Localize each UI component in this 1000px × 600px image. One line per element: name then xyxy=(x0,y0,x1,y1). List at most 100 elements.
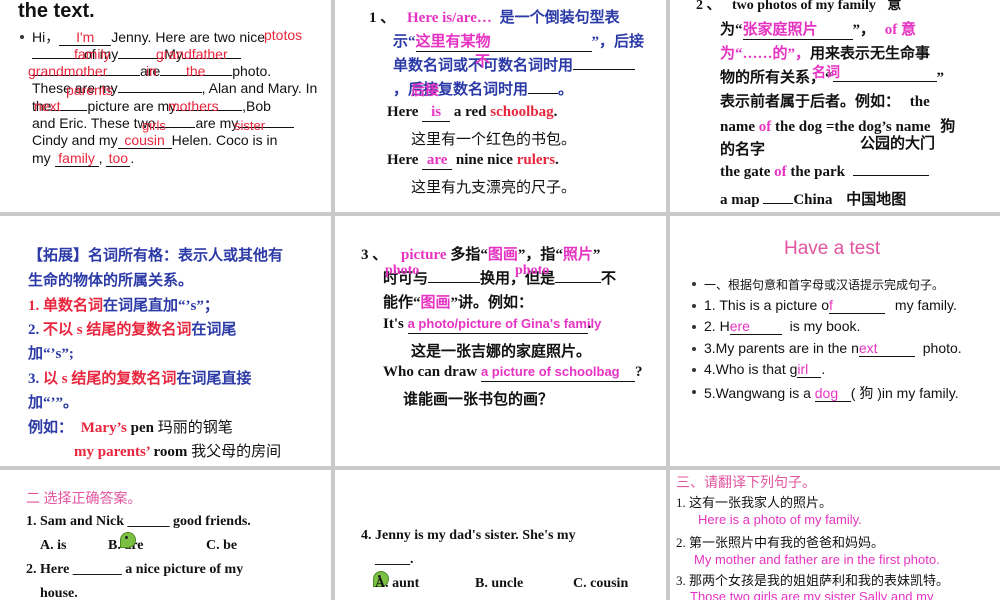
text: Cindy and my xyxy=(32,132,118,148)
text: China xyxy=(793,192,833,208)
answer: in xyxy=(146,63,157,79)
rule-line-3: 为“……的”，用来表示无生命事 xyxy=(720,42,930,63)
example-2: Who can draw a picture of schoolbag? xyxy=(383,364,642,382)
answer: are xyxy=(426,152,448,168)
text: 3. xyxy=(28,371,40,387)
bullet-icon xyxy=(692,304,696,308)
answer: family xyxy=(74,46,111,62)
item-number: 2 、 xyxy=(696,0,721,13)
bullet-icon xyxy=(692,282,696,286)
text: . xyxy=(587,316,592,332)
option-a[interactable]: A. aunt xyxy=(375,576,419,592)
rule-line-5: 表示前者属于后者。例如： the xyxy=(720,90,930,111)
example-1: Here is a red schoolbag. xyxy=(387,104,557,122)
answer: sister xyxy=(234,118,266,133)
text: 。 xyxy=(558,82,574,98)
highlight: 为“……的”， xyxy=(720,46,811,62)
bullet-icon xyxy=(692,325,696,329)
bullet-icon xyxy=(692,347,696,351)
text: ,Bob xyxy=(242,98,271,114)
section-title: 三、请翻译下列句子。 xyxy=(676,474,816,490)
answer: family xyxy=(58,150,95,166)
example-1-translation: 这里有一个红色的书包。 xyxy=(411,132,577,148)
question-1: 1. This is a picture of my family. xyxy=(704,297,957,314)
text: 狗 xyxy=(940,119,956,135)
text: ” xyxy=(936,70,945,86)
text: Here xyxy=(387,104,419,120)
text: Here xyxy=(387,152,419,168)
slide-6-have-a-test[interactable]: Have a test 一、根据句意和首字母或汉语提示完成句子。 1. This… xyxy=(670,216,1000,466)
text: nine nice xyxy=(455,152,513,168)
text: 为“ xyxy=(720,22,743,38)
line-7: Cindy and my cousin Helen. Coco is in xyxy=(32,132,277,149)
highlight: of 意 xyxy=(884,22,917,38)
answer: a photo/picture of Gina's family xyxy=(407,316,602,331)
question-3: 3.My parents are in the next photo. xyxy=(704,340,962,357)
slide-5-picture-photo[interactable]: 3 、 picture 多指“图画”，指“照片” 时可与 换用，但是不 photo… xyxy=(335,216,666,466)
heading: 【拓展】名词所有格：表示人或其他有 xyxy=(28,248,284,264)
text: 多指“ xyxy=(450,247,488,263)
highlight: schoolbag xyxy=(490,104,554,120)
rule-3: 3. 以 s 结尾的复数名词在词尾直接 xyxy=(28,367,251,388)
slide-3-of-possessive[interactable]: 2 、 two photos of my family 意 为“张家庭照片 ”， … xyxy=(670,0,1000,212)
text: is my book. xyxy=(789,318,861,334)
answer: photo xyxy=(385,263,420,278)
text: ” xyxy=(592,247,601,263)
text: the park xyxy=(790,164,845,180)
answer-1: Here is a photo of my family. xyxy=(698,512,862,527)
answer: 名词 xyxy=(812,66,840,81)
highlight: 图画 xyxy=(420,295,451,311)
slide-2-inverted-sentence[interactable]: 1 、 Here is/are… 是一个倒装句型表 示“这里有某物 ”，后接 单数… xyxy=(335,0,666,212)
text: 4.Who is that g xyxy=(704,361,798,377)
option-c[interactable]: C. cousin xyxy=(573,576,628,592)
option-c[interactable]: C. be xyxy=(206,538,237,554)
answer: ptotos xyxy=(264,27,303,43)
text: Who can draw xyxy=(383,364,478,380)
example-2: my parents’ room 我父母的房间 xyxy=(74,440,281,461)
text: 能作“ xyxy=(383,295,421,311)
question-2: 2. 第一张照片中有我的爸爸和妈妈。 xyxy=(676,535,885,550)
highlight: 不以 s 结尾的复数名词 xyxy=(43,322,192,338)
answer: irl xyxy=(797,361,809,377)
slide-4-noun-possessive[interactable]: 【拓展】名词所有格：表示人或其他有 生命的物体的所属关系。 1. 单数名词在词尾… xyxy=(0,216,331,466)
example-3: a map China 中国地图 xyxy=(720,188,906,209)
rule-line-2: 为“张家庭照片 ”， of 意 xyxy=(720,18,916,40)
question-3: 3. 那两个女孩是我的姐姐萨利和我的表妹凯特。 xyxy=(676,573,950,588)
text: 玛丽的钢笔 xyxy=(157,420,233,436)
rule-1: 1. 单数名词在词尾直加“’s”； xyxy=(28,294,219,315)
question-2-cont: house. xyxy=(40,586,78,600)
slide-8-multiple-choice[interactable]: 4. Jenny is my dad's sister. She's my __… xyxy=(335,470,666,600)
rule-line-2: 示“这里有某物 ”，后接 xyxy=(393,30,644,52)
example-2-translation: 这里有九支漂亮的尺子。 xyxy=(411,180,577,196)
highlight: my parents’ xyxy=(74,444,150,460)
rule-line-1: 1 、 Here is/are… 是一个倒装句型表 xyxy=(369,6,620,27)
text: Jenny. Here are two nice xyxy=(111,29,266,45)
text: ”讲。例如： xyxy=(450,295,534,311)
answer: 张家庭照片 xyxy=(742,22,818,38)
rule-2: 2. 不以 s 结尾的复数名词在词尾 xyxy=(28,318,236,339)
highlight: of xyxy=(758,119,772,135)
answer: ere xyxy=(729,318,750,334)
item-number: 3 、 xyxy=(361,247,388,263)
option-b[interactable]: B. uncle xyxy=(475,576,523,592)
question-4: 4. Jenny is my dad's sister. She's my xyxy=(361,528,576,543)
text: the gate xyxy=(720,164,771,180)
rule-line-3: 单数名词或不可数名词时用 xyxy=(393,54,636,75)
slide-9-translation[interactable]: 三、请翻译下列句子。 1. 这有一张我家人的照片。 Here is a phot… xyxy=(670,470,1000,600)
question-1: 1. Sam and Nick ______ good friends. xyxy=(26,514,251,529)
text: 例如： xyxy=(28,420,74,436)
option-a[interactable]: A. is xyxy=(40,538,66,554)
slide-title: Have a test xyxy=(784,238,881,259)
text: 在词尾直接 xyxy=(176,371,252,387)
text: Helen. Coco is in xyxy=(171,132,278,148)
text: 中国地图 xyxy=(846,192,907,208)
answer: 这里有某物 xyxy=(415,34,491,50)
text: pen xyxy=(130,420,154,436)
bullet-icon xyxy=(20,35,24,39)
text: . xyxy=(130,150,135,166)
slide-1-reading-text[interactable]: the text. Hi， I'm Jenny. Here are two nice… xyxy=(0,0,331,212)
text: . xyxy=(821,361,826,377)
example-2: Here are nine nice rulers. xyxy=(387,152,559,170)
answer: parents xyxy=(66,82,113,98)
slide-7-multiple-choice[interactable]: 二 选择正确答案。 1. Sam and Nick ______ good fr… xyxy=(0,470,331,600)
